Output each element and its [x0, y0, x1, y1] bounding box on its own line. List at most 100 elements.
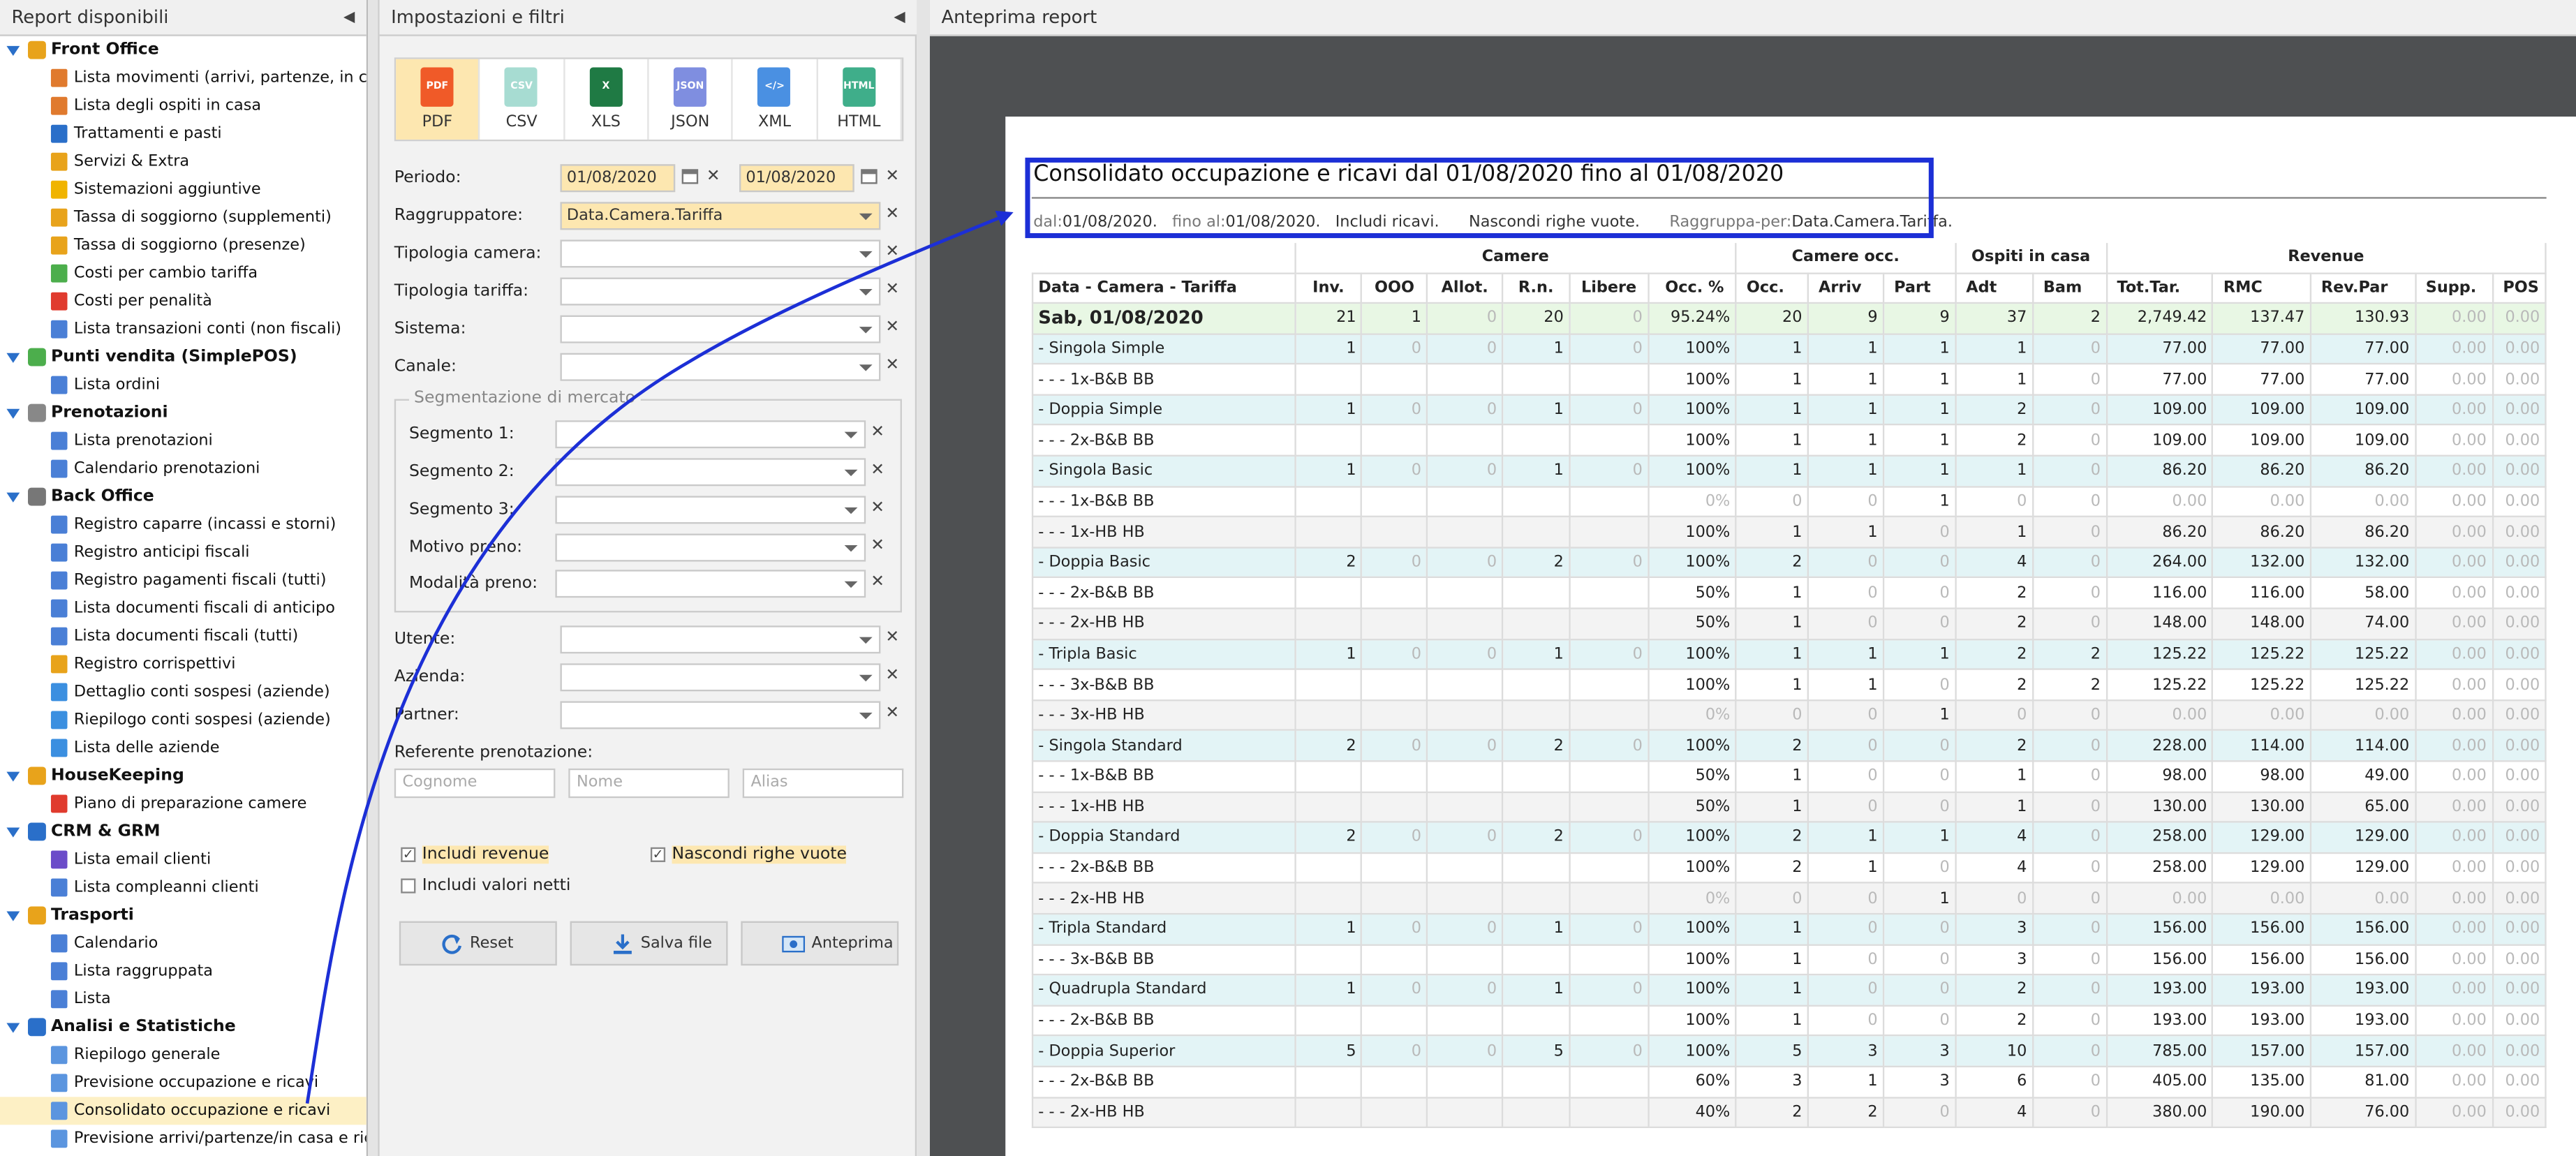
- report-item[interactable]: Registro caparre (incassi e storni): [0, 511, 367, 539]
- collapse-left-icon[interactable]: ◀: [343, 0, 355, 36]
- report-item[interactable]: Sistemazioni aggiuntive: [0, 176, 367, 204]
- chevron-down-icon[interactable]: [859, 637, 873, 644]
- report-item[interactable]: Calendario: [0, 929, 367, 957]
- chevron-down-icon[interactable]: [859, 674, 873, 682]
- chevron-down-icon[interactable]: [844, 469, 858, 477]
- tipologia-camera-select[interactable]: [560, 239, 881, 268]
- chevron-down-icon[interactable]: [859, 364, 873, 371]
- report-item[interactable]: Riepilogo generale: [0, 1041, 367, 1069]
- salva-file-button[interactable]: Salva file: [570, 921, 728, 966]
- export-csv-button[interactable]: CSV CSV: [480, 59, 565, 140]
- clear-segmento-3-icon[interactable]: ✕: [871, 500, 884, 517]
- expand-toggle-icon[interactable]: [6, 911, 20, 921]
- report-item[interactable]: Consolidato occupazione e ricavi: [0, 1097, 367, 1125]
- periodo-to-input[interactable]: 01/08/2020: [739, 164, 854, 193]
- tree-group-7[interactable]: Analisi e Statistiche: [0, 1013, 367, 1041]
- report-item[interactable]: Costi per cambio tariffa: [0, 260, 367, 288]
- clear-modalita-preno-icon[interactable]: ✕: [871, 574, 884, 591]
- chevron-down-icon[interactable]: [859, 251, 873, 258]
- cognome-input[interactable]: Cognome: [394, 768, 556, 799]
- nome-input[interactable]: Nome: [568, 768, 730, 799]
- canale-select[interactable]: [560, 353, 881, 381]
- report-item[interactable]: Lista delle aziende: [0, 734, 367, 762]
- tree-group-0[interactable]: Front Office: [0, 36, 367, 64]
- export-json-button[interactable]: JSON JSON: [649, 59, 734, 140]
- expand-toggle-icon[interactable]: [6, 353, 20, 363]
- clear-tipologia-camera-icon[interactable]: ✕: [885, 244, 899, 261]
- tree-group-1[interactable]: Punti vendita (SimplePOS): [0, 343, 367, 371]
- report-item[interactable]: Lista email clienti: [0, 845, 367, 873]
- report-item[interactable]: Lista compleanni clienti: [0, 873, 367, 901]
- clear-raggruppatore-icon[interactable]: ✕: [885, 206, 899, 223]
- sistema-select[interactable]: [560, 315, 881, 343]
- calendar-to-icon[interactable]: [861, 169, 878, 184]
- expand-toggle-icon[interactable]: [6, 408, 20, 419]
- alias-input[interactable]: Alias: [742, 768, 904, 799]
- utente-select[interactable]: [560, 625, 881, 654]
- report-item[interactable]: Lista raggruppata: [0, 957, 367, 985]
- partner-select[interactable]: [560, 701, 881, 729]
- reset-button[interactable]: Reset: [399, 921, 557, 966]
- report-item[interactable]: Trattamenti e pasti: [0, 120, 367, 148]
- expand-toggle-icon[interactable]: [6, 771, 20, 782]
- includi-revenue-checkbox[interactable]: ✓: [401, 847, 416, 862]
- chevron-down-icon[interactable]: [844, 581, 858, 588]
- report-item[interactable]: Riepilogo conti sospesi (aziende): [0, 706, 367, 734]
- export-html-button[interactable]: HTML HTML: [817, 59, 902, 140]
- clear-segmento-1-icon[interactable]: ✕: [871, 424, 884, 442]
- clear-partner-icon[interactable]: ✕: [885, 705, 899, 722]
- motivo-preno-select[interactable]: [555, 533, 866, 562]
- segmento-1-select[interactable]: [555, 420, 866, 449]
- expand-toggle-icon[interactable]: [6, 827, 20, 838]
- report-item[interactable]: Calendario prenotazioni: [0, 455, 367, 483]
- chevron-down-icon[interactable]: [844, 431, 858, 439]
- report-item[interactable]: Lista documenti fiscali di anticipo: [0, 595, 367, 623]
- report-item[interactable]: Lista: [0, 985, 367, 1013]
- tipologia-tariffa-select[interactable]: [560, 277, 881, 306]
- segmento-3-select[interactable]: [555, 496, 866, 524]
- export-pdf-button[interactable]: PDF PDF: [396, 59, 480, 140]
- report-item[interactable]: Lista prenotazioni: [0, 427, 367, 455]
- chevron-down-icon[interactable]: [859, 712, 873, 720]
- chevron-down-icon[interactable]: [859, 213, 873, 221]
- report-item[interactable]: Lista transazioni conti (non fiscali): [0, 316, 367, 343]
- splitter-left[interactable]: [368, 0, 378, 1156]
- export-xls-button[interactable]: X XLS: [565, 59, 649, 140]
- clear-from-icon[interactable]: ✕: [706, 168, 720, 186]
- tree-group-4[interactable]: HouseKeeping: [0, 762, 367, 790]
- clear-to-icon[interactable]: ✕: [885, 168, 899, 186]
- report-item[interactable]: Previsione occupazione e ricavi: [0, 1069, 367, 1097]
- clear-segmento-2-icon[interactable]: ✕: [871, 462, 884, 480]
- report-item[interactable]: Tassa di soggiorno (presenze): [0, 232, 367, 260]
- chevron-down-icon[interactable]: [844, 507, 858, 514]
- clear-motivo-preno-icon[interactable]: ✕: [871, 538, 884, 556]
- report-item[interactable]: Previsione arrivi/partenze/in casa e ric…: [0, 1125, 367, 1153]
- collapse-mid-icon[interactable]: ◀: [894, 0, 905, 36]
- tree-group-5[interactable]: CRM & GRM: [0, 817, 367, 845]
- anteprima-button[interactable]: Anteprima: [741, 921, 899, 966]
- splitter-right[interactable]: [917, 0, 930, 1156]
- modalita-preno-select[interactable]: [555, 570, 866, 598]
- expand-toggle-icon[interactable]: [6, 492, 20, 503]
- azienda-select[interactable]: [560, 663, 881, 692]
- report-item[interactable]: Registro corrispettivi: [0, 651, 367, 679]
- report-item[interactable]: Lista degli ospiti in casa: [0, 92, 367, 120]
- chevron-down-icon[interactable]: [859, 327, 873, 334]
- report-item[interactable]: Tassa di soggiorno (supplementi): [0, 204, 367, 232]
- expand-toggle-icon[interactable]: [6, 45, 20, 56]
- chevron-down-icon[interactable]: [844, 544, 858, 552]
- report-item[interactable]: Lista documenti fiscali (tutti): [0, 623, 367, 651]
- periodo-from-input[interactable]: 01/08/2020: [560, 164, 676, 193]
- clear-canale-icon[interactable]: ✕: [885, 357, 899, 375]
- includi-netti-checkbox[interactable]: [401, 878, 416, 894]
- calendar-from-icon[interactable]: [681, 169, 699, 184]
- segmento-2-select[interactable]: [555, 458, 866, 487]
- clear-utente-icon[interactable]: ✕: [885, 630, 899, 647]
- report-item[interactable]: Lista movimenti (arrivi, partenze, in ca…: [0, 64, 367, 92]
- report-item[interactable]: Piano di preparazione camere: [0, 790, 367, 817]
- raggruppatore-select[interactable]: Data.Camera.Tariffa: [560, 202, 881, 230]
- chevron-down-icon[interactable]: [859, 289, 873, 296]
- report-item[interactable]: Lista ordini: [0, 371, 367, 399]
- tree-group-2[interactable]: Prenotazioni: [0, 399, 367, 427]
- tree-group-3[interactable]: Back Office: [0, 483, 367, 511]
